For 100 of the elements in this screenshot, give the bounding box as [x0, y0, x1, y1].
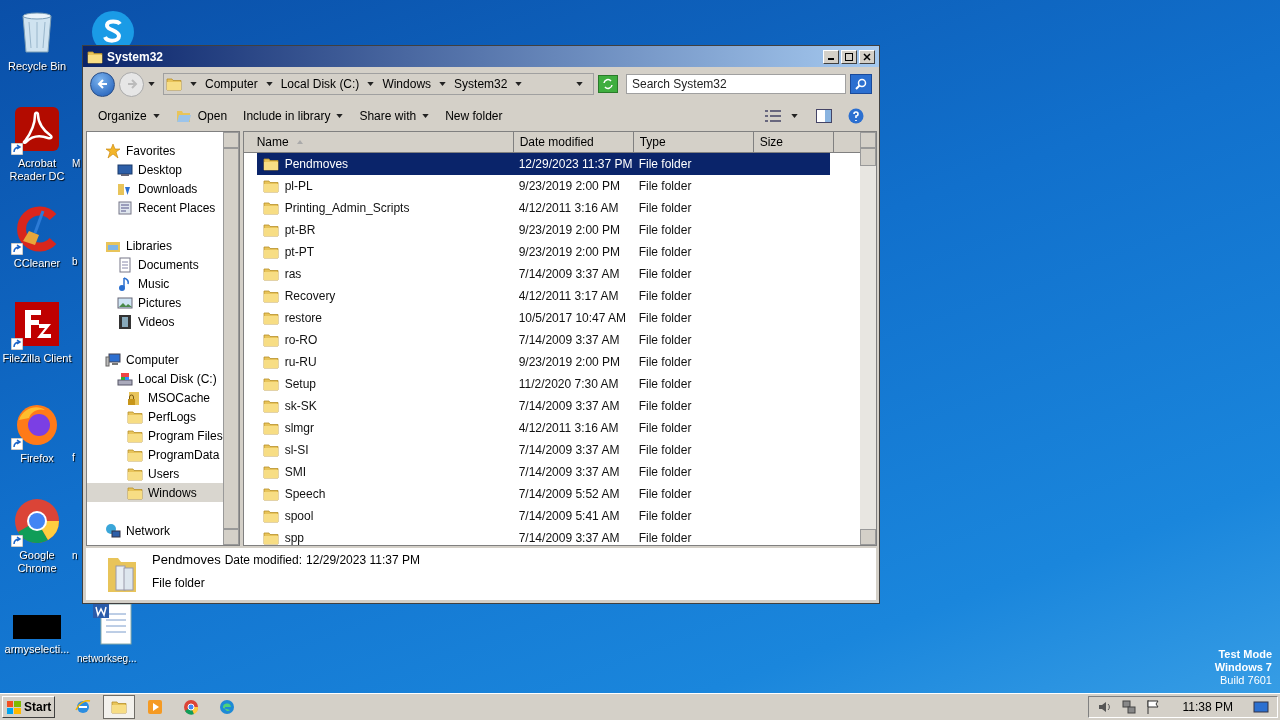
- file-row[interactable]: sl-SI 7/14/2009 3:37 AM File folder: [256, 439, 830, 461]
- maximize-button[interactable]: [841, 49, 857, 64]
- nav-item[interactable]: Documents: [87, 255, 223, 274]
- address-bar[interactable]: Computer Local Disk (C:) Windows System32: [163, 73, 594, 95]
- toolbar-button[interactable]: Include in library: [237, 105, 350, 127]
- search-button[interactable]: [850, 74, 872, 94]
- nav-item[interactable]: MSOCache: [87, 388, 223, 407]
- file-row[interactable]: spp 7/14/2009 3:37 AM File folder: [256, 527, 830, 545]
- file-row[interactable]: ras 7/14/2009 3:37 AM File folder: [256, 263, 830, 285]
- close-icon: [863, 52, 871, 61]
- desktop-icon-label[interactable]: FileZilla Client: [2, 352, 72, 365]
- nav-item[interactable]: Local Disk (C:): [87, 369, 223, 388]
- file-row[interactable]: ro-RO 7/14/2009 3:37 AM File folder: [256, 329, 830, 351]
- clock[interactable]: 11:38 PM: [1182, 698, 1233, 716]
- chrome-logo-icon: [183, 699, 200, 715]
- taskbar-button[interactable]: [103, 695, 136, 719]
- close-button[interactable]: [859, 49, 875, 64]
- folder-icon: [262, 332, 279, 348]
- view-options-icon[interactable]: [765, 110, 781, 122]
- nav-item[interactable]: Music: [87, 274, 223, 293]
- play-icon: [147, 699, 164, 715]
- table-cell-text: 4/12/2011 3:16 AM: [517, 200, 620, 217]
- maximize-icon: [845, 52, 853, 61]
- table-cell-text: 7/14/2009 5:52 AM: [517, 486, 621, 503]
- folder-icon: [111, 699, 128, 715]
- desktop-icon-label[interactable]: Recycle Bin: [7, 60, 67, 73]
- table-cell-text: File folder: [637, 398, 693, 415]
- toolbar-button[interactable]: Open: [169, 105, 234, 127]
- desktop-icon-label[interactable]: networkseg...: [77, 652, 137, 665]
- breadcrumb-item[interactable]: System32: [454, 75, 508, 93]
- pdf-reader-icon: [13, 105, 61, 153]
- nav-item[interactable]: Users: [87, 464, 223, 483]
- nav-item[interactable]: Favorites: [87, 141, 223, 160]
- file-row[interactable]: Speech 7/14/2009 5:52 AM File folder: [256, 483, 830, 505]
- file-row[interactable]: slmgr 4/12/2011 3:16 AM File folder: [256, 417, 830, 439]
- film-icon: [117, 313, 133, 330]
- nav-item[interactable]: Computer: [87, 350, 223, 369]
- file-row[interactable]: spool 7/14/2009 5:41 AM File folder: [256, 505, 830, 527]
- minimize-button[interactable]: [823, 49, 839, 64]
- browser-e-icon: [75, 699, 92, 715]
- folder-icon: [262, 266, 279, 282]
- network-icon: [105, 522, 121, 539]
- file-row[interactable]: ru-RU 9/23/2019 2:00 PM File folder: [256, 351, 830, 373]
- show-desktop-icon[interactable]: [1253, 699, 1269, 715]
- nav-item[interactable]: Downloads: [87, 179, 223, 198]
- desktop-icon-label[interactable]: b: [72, 255, 78, 268]
- toolbar-button[interactable]: Organize: [92, 105, 166, 127]
- nav-item[interactable]: Desktop: [87, 160, 223, 179]
- nav-item[interactable]: Network: [87, 521, 223, 540]
- help-icon[interactable]: [848, 108, 864, 124]
- nav-item[interactable]: Program Files: [87, 426, 223, 445]
- details-type: File folder: [152, 574, 206, 592]
- caret-icon: [576, 82, 583, 86]
- file-row[interactable]: Pendmoves 12/29/2023 11:37 PM File folder: [256, 153, 830, 175]
- file-row[interactable]: Recovery 4/12/2011 3:17 AM File folder: [256, 285, 830, 307]
- table-cell-text: 9/23/2019 2:00 PM: [517, 222, 622, 239]
- file-row[interactable]: pt-PT 9/23/2019 2:00 PM File folder: [256, 241, 830, 263]
- nav-item[interactable]: Videos: [87, 312, 223, 331]
- nav-item[interactable]: Recent Places: [87, 198, 223, 217]
- refresh-button[interactable]: [598, 75, 618, 93]
- file-row[interactable]: pl-PL 9/23/2019 2:00 PM File folder: [256, 175, 830, 197]
- desktop-icon-label[interactable]: armyselecti...: [4, 643, 70, 656]
- star-icon: [105, 142, 121, 159]
- scrollbar[interactable]: [859, 132, 876, 545]
- nav-item[interactable]: ProgramData: [87, 445, 223, 464]
- file-row[interactable]: restore 10/5/2017 10:47 AM File folder: [256, 307, 830, 329]
- file-row[interactable]: sk-SK 7/14/2009 3:37 AM File folder: [256, 395, 830, 417]
- breadcrumb-item[interactable]: Local Disk (C:): [280, 75, 360, 93]
- flag-icon[interactable]: [1144, 699, 1161, 715]
- scrollbar[interactable]: [222, 132, 239, 545]
- nav-item[interactable]: Libraries: [87, 236, 223, 255]
- toolbar-button[interactable]: Share with: [353, 105, 436, 127]
- table-cell-text: 7/14/2009 3:37 AM: [517, 464, 621, 481]
- back-button[interactable]: [90, 71, 115, 97]
- toolbar-button[interactable]: New folder: [439, 105, 509, 127]
- network-icon[interactable]: [1120, 699, 1137, 715]
- preview-pane-icon[interactable]: [816, 109, 832, 123]
- nav-item[interactable]: Windows: [87, 483, 223, 502]
- window-title: System32: [107, 48, 164, 66]
- start-button[interactable]: Start: [2, 696, 56, 718]
- desktop-icon-label[interactable]: CCleaner: [13, 257, 61, 270]
- table-cell-text: 4/12/2011 3:16 AM: [517, 420, 620, 437]
- desktop-icon-label[interactable]: n: [72, 549, 78, 562]
- speaker-icon[interactable]: [1096, 699, 1113, 715]
- file-name: pt-BR: [284, 222, 316, 239]
- file-row[interactable]: pt-BR 9/23/2019 2:00 PM File folder: [256, 219, 830, 241]
- desktop-icon-label[interactable]: Firefox: [20, 452, 54, 465]
- nav-item[interactable]: Pictures: [87, 293, 223, 312]
- caret-icon: [422, 114, 430, 118]
- desktop-icon-label[interactable]: f: [72, 451, 75, 464]
- nav-item[interactable]: PerfLogs: [87, 407, 223, 426]
- file-row[interactable]: SMI 7/14/2009 3:37 AM File folder: [256, 461, 830, 483]
- desktop-icon-label[interactable]: M: [72, 157, 81, 170]
- search-field[interactable]: Search System32: [626, 74, 846, 94]
- shortcut-arrow-icon: [11, 438, 23, 450]
- breadcrumb-item[interactable]: Windows: [382, 75, 432, 93]
- breadcrumb-item[interactable]: Computer: [205, 75, 258, 93]
- file-row[interactable]: Printing_Admin_Scripts 4/12/2011 3:16 AM File folder: [256, 197, 830, 219]
- file-row[interactable]: Setup 11/2/2020 7:30 AM File folder: [256, 373, 830, 395]
- table-cell-text: File folder: [637, 266, 693, 283]
